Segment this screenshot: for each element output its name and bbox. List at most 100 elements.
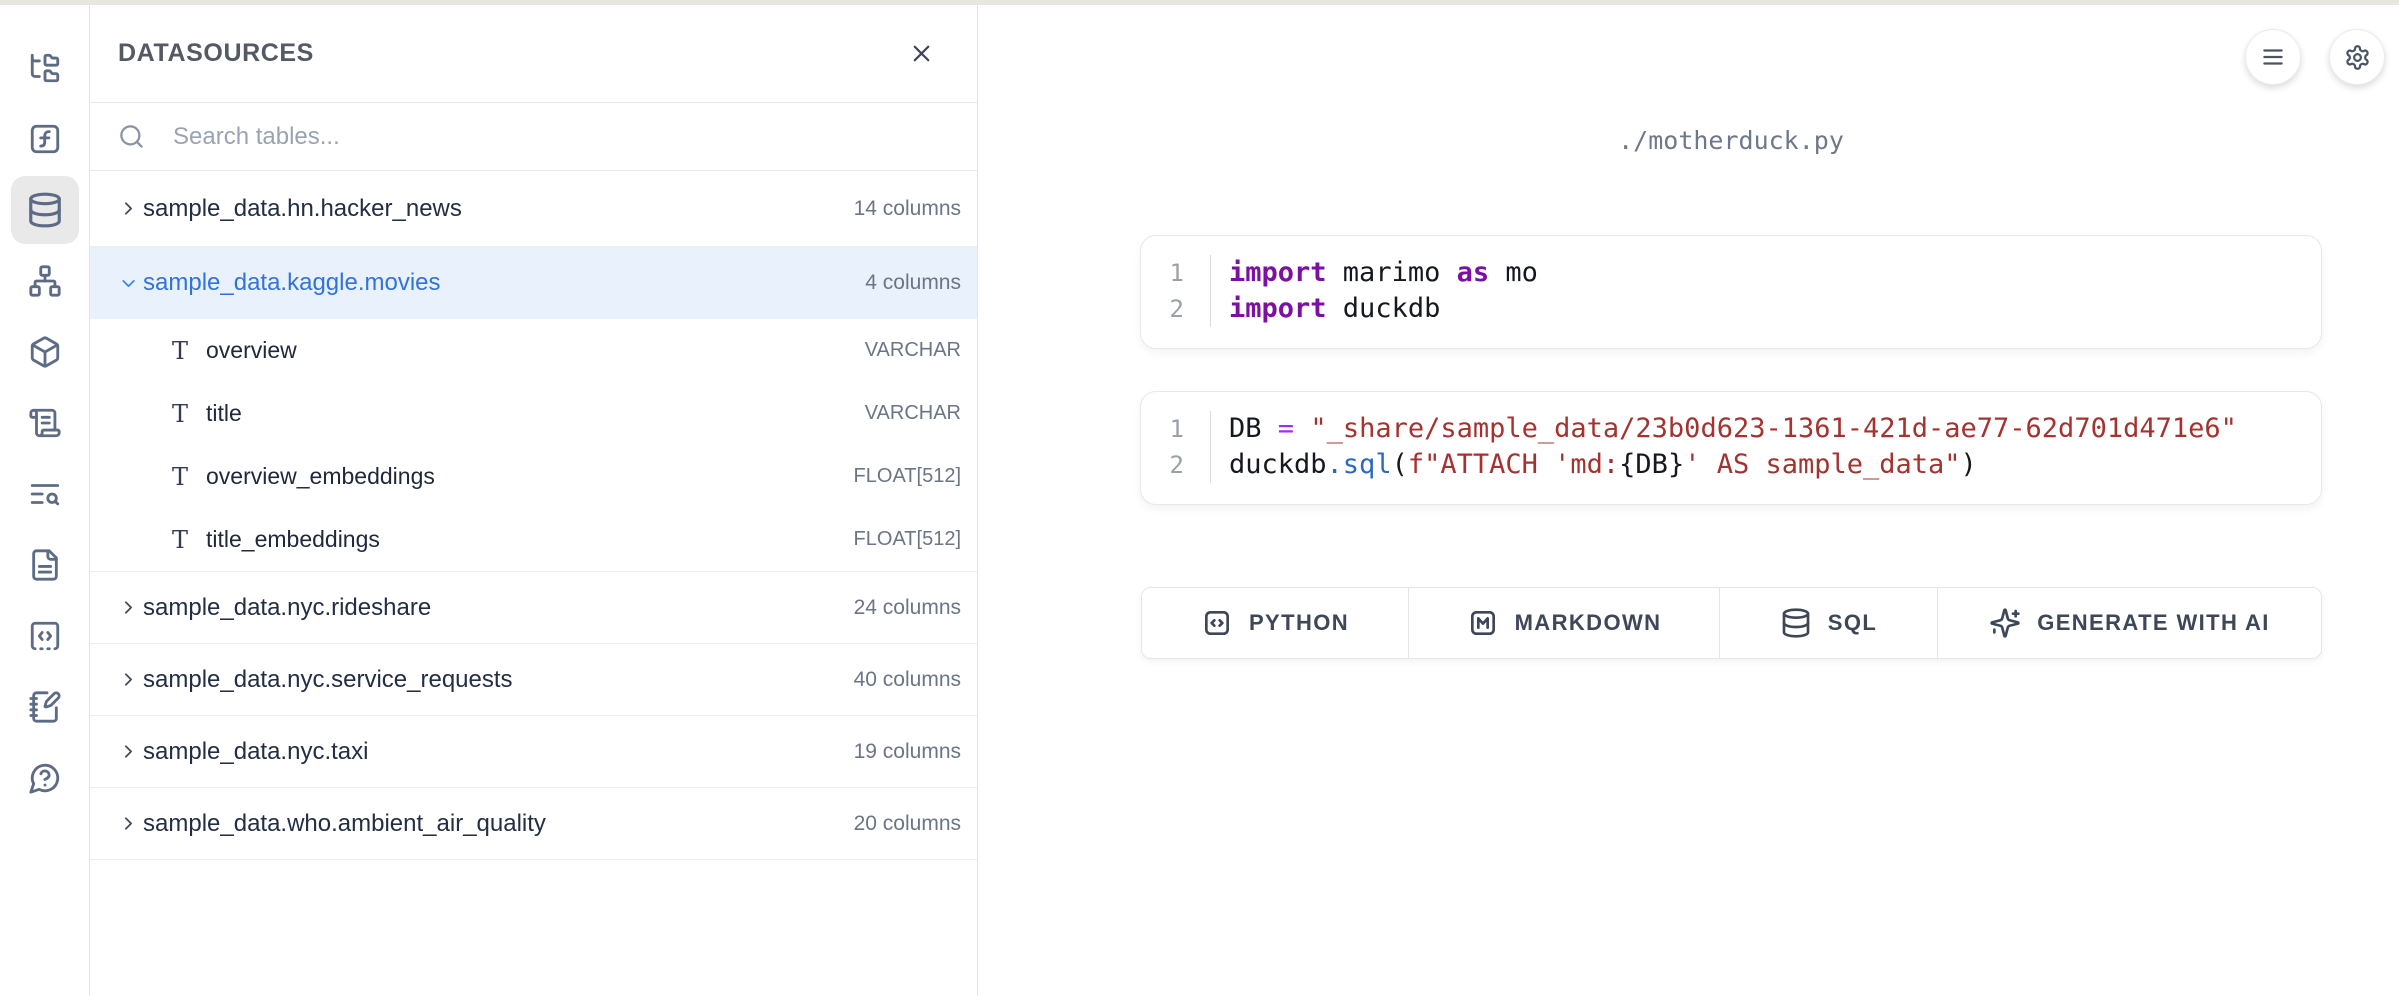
code-snippets-icon (11, 602, 79, 670)
line-number: 1 (1141, 411, 1211, 447)
table-name: sample_data.hn.hacker_news (143, 195, 854, 223)
scroll-text-icon (11, 389, 79, 457)
table-row[interactable]: sample_data.nyc.taxi 19 columns (90, 716, 977, 788)
notebook-pen-icon (11, 673, 79, 741)
code-token: duckdb (1327, 293, 1441, 324)
square-code-icon (1201, 607, 1233, 639)
package-box-icon (11, 318, 79, 386)
code-token: ) (1961, 449, 1977, 480)
code-token: import (1229, 293, 1327, 324)
network-icon (11, 247, 79, 315)
add-cell-label: MARKDOWN (1515, 610, 1662, 636)
line-number: 2 (1141, 291, 1211, 327)
code-token: "_share/sample_data/23b0d623-1361-421d-a… (1310, 413, 2237, 444)
rail-item-packages[interactable] (0, 316, 90, 387)
column-name: overview (206, 337, 865, 364)
rail-item-datasources[interactable] (0, 174, 90, 245)
code-token: ' AS sample_data" (1684, 449, 1960, 480)
column-type: VARCHAR (865, 339, 961, 362)
notebook-menu-button[interactable] (2245, 29, 2301, 85)
close-panel-button[interactable] (904, 36, 939, 71)
code-token: as (1457, 257, 1490, 288)
text-search-icon (11, 460, 79, 528)
column-row[interactable]: T title VARCHAR (90, 382, 977, 445)
function-square-icon (11, 105, 79, 173)
generate-with-ai-button[interactable]: GENERATE WITH AI (1937, 588, 2321, 658)
code-token: ( (1392, 449, 1408, 480)
rail-item-help[interactable] (0, 742, 90, 813)
column-row[interactable]: T title_embeddings FLOAT[512] (90, 508, 977, 571)
code-line: 1 import marimo as mo (1141, 255, 2321, 291)
rail-item-variables[interactable] (0, 103, 90, 174)
table-name: sample_data.nyc.service_requests (143, 666, 854, 694)
column-row[interactable]: T overview VARCHAR (90, 319, 977, 382)
add-cell-label: SQL (1828, 610, 1877, 636)
table-column-count: 24 columns (854, 596, 961, 620)
sparkles-icon (1989, 607, 2021, 639)
table-column-count: 4 columns (865, 271, 961, 295)
panel-title: DATASOURCES (118, 39, 314, 68)
notebook-top-actions (2245, 29, 2385, 85)
code-line: 2 import duckdb (1141, 291, 2321, 327)
chevron-down-icon (118, 273, 139, 294)
table-column-count: 14 columns (854, 197, 961, 221)
code-cell[interactable]: 1 import marimo as mo 2 import duckdb (1140, 235, 2322, 349)
table-row[interactable]: sample_data.hn.hacker_news 14 columns (90, 171, 977, 247)
column-row[interactable]: T overview_embeddings FLOAT[512] (90, 445, 977, 508)
rail-item-documentation[interactable] (0, 529, 90, 600)
text-type-icon: T (168, 339, 192, 363)
rail-item-scratchpad[interactable] (0, 671, 90, 742)
text-type-icon: T (168, 402, 192, 426)
search-icon (118, 123, 145, 150)
datasources-panel: DATASOURCES sample_data.hn.hacker_news 1… (90, 5, 978, 996)
table-column-count: 19 columns (854, 740, 961, 764)
code-token: .sql (1327, 449, 1392, 480)
table-row[interactable]: sample_data.nyc.service_requests 40 colu… (90, 644, 977, 716)
add-python-cell-button[interactable]: PYTHON (1142, 588, 1408, 658)
code-token: import (1229, 257, 1327, 288)
table-column-count: 20 columns (854, 812, 961, 836)
table-name: sample_data.kaggle.movies (143, 269, 865, 297)
code-line: 2 duckdb.sql(f"ATTACH 'md:{DB}' AS sampl… (1141, 447, 2321, 483)
settings-button[interactable] (2329, 29, 2385, 85)
notebook-filename[interactable]: ./motherduck.py (1140, 126, 2322, 155)
chevron-right-icon (118, 198, 139, 219)
column-type: VARCHAR (865, 402, 961, 425)
code-content: duckdb.sql(f"ATTACH 'md:{DB}' AS sample_… (1211, 447, 2321, 483)
code-token: f"ATTACH 'md: (1408, 449, 1619, 480)
helper-panel-rail (0, 5, 90, 996)
add-sql-cell-button[interactable]: SQL (1719, 588, 1937, 658)
add-cell-label: PYTHON (1249, 610, 1349, 636)
column-name: title (206, 400, 865, 427)
table-row[interactable]: sample_data.who.ambient_air_quality 20 c… (90, 788, 977, 860)
chevron-right-icon (118, 597, 139, 618)
rail-item-file-explorer[interactable] (0, 32, 90, 103)
add-cell-label: GENERATE WITH AI (2037, 610, 2270, 636)
rail-item-snippets[interactable] (0, 600, 90, 671)
table-column-count: 40 columns (854, 668, 961, 692)
tables-list: sample_data.hn.hacker_news 14 columns sa… (90, 171, 977, 860)
table-name: sample_data.who.ambient_air_quality (143, 810, 854, 838)
column-name: title_embeddings (206, 526, 854, 553)
database-icon (11, 176, 79, 244)
chevron-right-icon (118, 669, 139, 690)
code-token: = (1278, 413, 1294, 444)
code-content: DB = "_share/sample_data/23b0d623-1361-4… (1211, 411, 2321, 447)
rail-item-dependencies[interactable] (0, 245, 90, 316)
table-row[interactable]: sample_data.nyc.rideshare 24 columns (90, 572, 977, 644)
search-tables-input[interactable] (173, 123, 961, 151)
add-markdown-cell-button[interactable]: MARKDOWN (1408, 588, 1719, 658)
datasources-panel-header: DATASOURCES (90, 5, 977, 103)
database-icon (1780, 607, 1812, 639)
code-cell[interactable]: 1 DB = "_share/sample_data/23b0d623-1361… (1140, 391, 2322, 505)
line-number: 1 (1141, 255, 1211, 291)
table-name: sample_data.nyc.rideshare (143, 594, 854, 622)
column-type: FLOAT[512] (854, 465, 961, 488)
chevron-right-icon (118, 741, 139, 762)
code-line: 1 DB = "_share/sample_data/23b0d623-1361… (1141, 411, 2321, 447)
code-token (1294, 413, 1310, 444)
rail-item-logs[interactable] (0, 387, 90, 458)
rail-item-tracing[interactable] (0, 458, 90, 529)
code-token: DB (1229, 413, 1278, 444)
table-row-selected[interactable]: sample_data.kaggle.movies 4 columns (90, 247, 977, 319)
